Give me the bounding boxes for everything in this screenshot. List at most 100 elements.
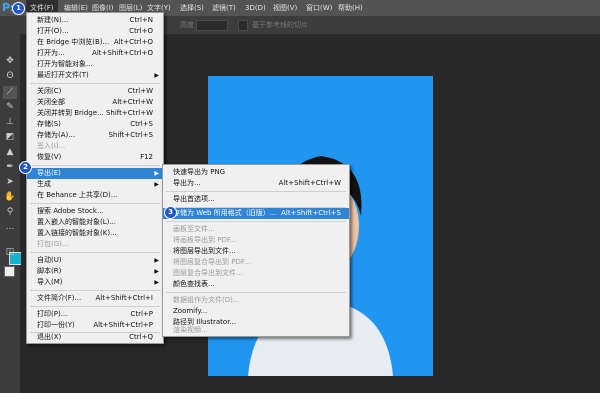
slice-tool-icon[interactable]: ⟋ — [3, 86, 17, 99]
menu-item-recent-files[interactable]: 最近打开文件(T) ▶ — [27, 70, 163, 81]
menu-select[interactable]: 选择(S) — [176, 0, 208, 16]
menu-item-close-all[interactable]: 关闭全部 Alt+Ctrl+W — [27, 97, 163, 108]
step-badge-1: 1 — [12, 2, 25, 15]
menu-separator — [30, 306, 160, 307]
lasso-tool-icon[interactable]: ʘ — [3, 70, 17, 83]
quick-mask-icon[interactable]: ◫ — [3, 246, 17, 259]
step-badge-2: 2 — [19, 161, 32, 174]
menu-item-label: 导出为... — [173, 179, 201, 187]
menu-item-label: 存储(S) — [37, 120, 61, 128]
menu-item-label: 打开为智能对象... — [37, 60, 93, 68]
menu-item-label: 在 Behance 上共享(D)... — [37, 191, 118, 199]
menu-item-layers-to-files[interactable]: 将图层导出到文件... — [163, 246, 349, 257]
menu-item-open-smart-object[interactable]: 打开为智能对象... — [27, 59, 163, 70]
menu-view[interactable]: 视图(V) — [269, 0, 301, 16]
menu-item-close[interactable]: 关闭(C) Ctrl+W — [27, 86, 163, 97]
background-color-swatch[interactable] — [4, 266, 15, 277]
menu-item-shortcut: Ctrl+W — [127, 87, 153, 95]
hand-tool-icon[interactable]: ✋ — [3, 191, 17, 204]
menu-item-browse-bridge[interactable]: 在 Bridge 中浏览(B)... Alt+Ctrl+O — [27, 37, 163, 48]
menu-separator — [30, 83, 160, 84]
menu-item-label: 最近打开文件(T) — [37, 71, 89, 79]
menu-item-data-sets[interactable]: 数据组作为文件(D)... — [163, 295, 349, 306]
menu-item-place-linked[interactable]: 置入链接的智能对象(K)... — [27, 228, 163, 239]
menu-item-automate[interactable]: 自动(U) ▶ — [27, 255, 163, 266]
menu-separator — [30, 290, 160, 291]
menu-item-label: 关闭并转到 Bridge... — [37, 109, 104, 117]
menu-item-shortcut: Shift+Ctrl+S — [108, 131, 153, 139]
menu-item-label: 打包(G)... — [37, 240, 69, 248]
stamp-tool-icon[interactable]: ⊥ — [3, 116, 17, 129]
menu-item-check-in[interactable]: 签入(I)... — [27, 141, 163, 152]
menu-item-generate[interactable]: 生成 ▶ — [27, 179, 163, 190]
menu-item-revert[interactable]: 恢复(V) F12 — [27, 152, 163, 163]
menu-item-exit[interactable]: 退出(X) Ctrl+Q — [27, 332, 163, 343]
menu-item-quick-export-png[interactable]: 快速导出为 PNG — [163, 167, 349, 178]
file-menu-dropdown: 新建(N)... Ctrl+N 打开(O)... Ctrl+O 在 Bridge 中… — [26, 12, 164, 344]
menu-item-shortcut: Alt+Ctrl+O — [113, 38, 153, 46]
menu-item-new[interactable]: 新建(N)... Ctrl+N — [27, 15, 163, 26]
menu-item-open[interactable]: 打开(O)... Ctrl+O — [27, 26, 163, 37]
menu-item-file-info[interactable]: 文件简介(F)... Alt+Shift+Ctrl+I — [27, 293, 163, 304]
zoom-tool-icon[interactable]: ⚲ — [3, 206, 17, 219]
menu-item-share-behance[interactable]: 在 Behance 上共享(D)... — [27, 190, 163, 201]
guides-label: 基于参考线的切片 — [252, 21, 308, 29]
menu-window[interactable]: 窗口(W) — [302, 0, 336, 16]
menu-item-export-as[interactable]: 导出为... Alt+Shift+Ctrl+W — [163, 178, 349, 189]
menu-item-render-video[interactable]: 渲染视频... — [163, 325, 349, 336]
menu-item-zoomify[interactable]: Zoomify... — [163, 306, 349, 317]
menu-item-label: 新建(N)... — [37, 16, 69, 24]
menu-item-label: 导出(E) — [37, 169, 61, 177]
menu-item-shortcut: Ctrl+S — [130, 120, 153, 128]
menu-item-open-as[interactable]: 打开为... Alt+Shift+Ctrl+O — [27, 48, 163, 59]
menu-item-artboards-to-pdf[interactable]: 将画板导出到 PDF... — [163, 235, 349, 246]
menu-item-layer-comps-to-pdf[interactable]: 将图层复合导出到 PDF... — [163, 257, 349, 268]
menu-item-label: 签入(I)... — [37, 142, 66, 150]
submenu-arrow-icon: ▶ — [154, 170, 159, 177]
menu-item-search-stock[interactable]: 搜索 Adobe Stock... — [27, 206, 163, 217]
menu-item-import[interactable]: 导入(M) ▶ — [27, 277, 163, 288]
menu-item-label: 将图层导出到文件... — [173, 247, 236, 255]
more-tools-icon[interactable]: … — [3, 221, 17, 234]
menu-item-print-one[interactable]: 打印一份(Y) Alt+Shift+Ctrl+P — [27, 320, 163, 331]
move-tool-icon[interactable]: ✥ — [3, 55, 17, 68]
menu-item-shortcut: Ctrl+N — [129, 16, 153, 24]
menu-item-artboards-to-files[interactable]: 画板至文件... — [163, 224, 349, 235]
brush-tool-icon[interactable]: ✎ — [3, 101, 17, 114]
menu-filter[interactable]: 滤镜(T) — [208, 0, 240, 16]
menu-item-shortcut: Alt+Shift+Ctrl+P — [93, 321, 153, 329]
pen-tool-icon[interactable]: ✒ — [3, 161, 17, 174]
menu-item-label: 打开为... — [37, 49, 65, 57]
menu-item-label: 导入(M) — [37, 278, 63, 286]
menu-help[interactable]: 帮助(H) — [334, 0, 367, 16]
menu-item-color-lookup[interactable]: 颜色查找表... — [163, 279, 349, 290]
menu-separator — [30, 252, 160, 253]
menu-item-label: 打印一份(Y) — [37, 321, 75, 329]
guides-checkbox[interactable] — [238, 20, 248, 31]
menu-item-save[interactable]: 存储(S) Ctrl+S — [27, 119, 163, 130]
menu-item-package[interactable]: 打包(G)... — [27, 239, 163, 250]
menu-item-export[interactable]: 导出(E) ▶ — [27, 168, 163, 179]
menu-item-place-embedded[interactable]: 置入嵌入的智能对象(L)... — [27, 217, 163, 228]
menu-item-close-go-bridge[interactable]: 关闭并转到 Bridge... Shift+Ctrl+W — [27, 108, 163, 119]
menu-item-shortcut: Alt+Ctrl+W — [112, 98, 153, 106]
menu-item-label: 渲染视频... — [173, 326, 208, 334]
height-label: 高度 — [180, 21, 194, 29]
height-input[interactable] — [196, 20, 228, 31]
menu-3d[interactable]: 3D(D) — [241, 0, 270, 16]
menu-item-scripts[interactable]: 脚本(R) ▶ — [27, 266, 163, 277]
menu-item-label: 图层复合导出到文件... — [173, 269, 243, 277]
select-arrow-icon[interactable]: ➤ — [3, 176, 17, 189]
menu-item-label: 关闭(C) — [37, 87, 62, 95]
menu-item-print[interactable]: 打印(P)... Ctrl+P — [27, 309, 163, 320]
menu-item-label: 搜索 Adobe Stock... — [37, 207, 104, 215]
menu-item-save-for-web[interactable]: 存储为 Web 所用格式（旧版）... Alt+Shift+Ctrl+S — [163, 208, 349, 219]
menu-item-shortcut: Ctrl+O — [129, 27, 153, 35]
eraser-tool-icon[interactable]: ◩ — [3, 131, 17, 144]
submenu-arrow-icon: ▶ — [154, 72, 159, 79]
menu-item-save-as[interactable]: 存储为(A)... Shift+Ctrl+S — [27, 130, 163, 141]
menu-item-export-preferences[interactable]: 导出首选项... — [163, 194, 349, 205]
blur-tool-icon[interactable]: ▲ — [3, 146, 17, 159]
menu-item-label: 将图层复合导出到 PDF... — [173, 258, 251, 266]
menu-item-layer-comps-to-files[interactable]: 图层复合导出到文件... — [163, 268, 349, 279]
